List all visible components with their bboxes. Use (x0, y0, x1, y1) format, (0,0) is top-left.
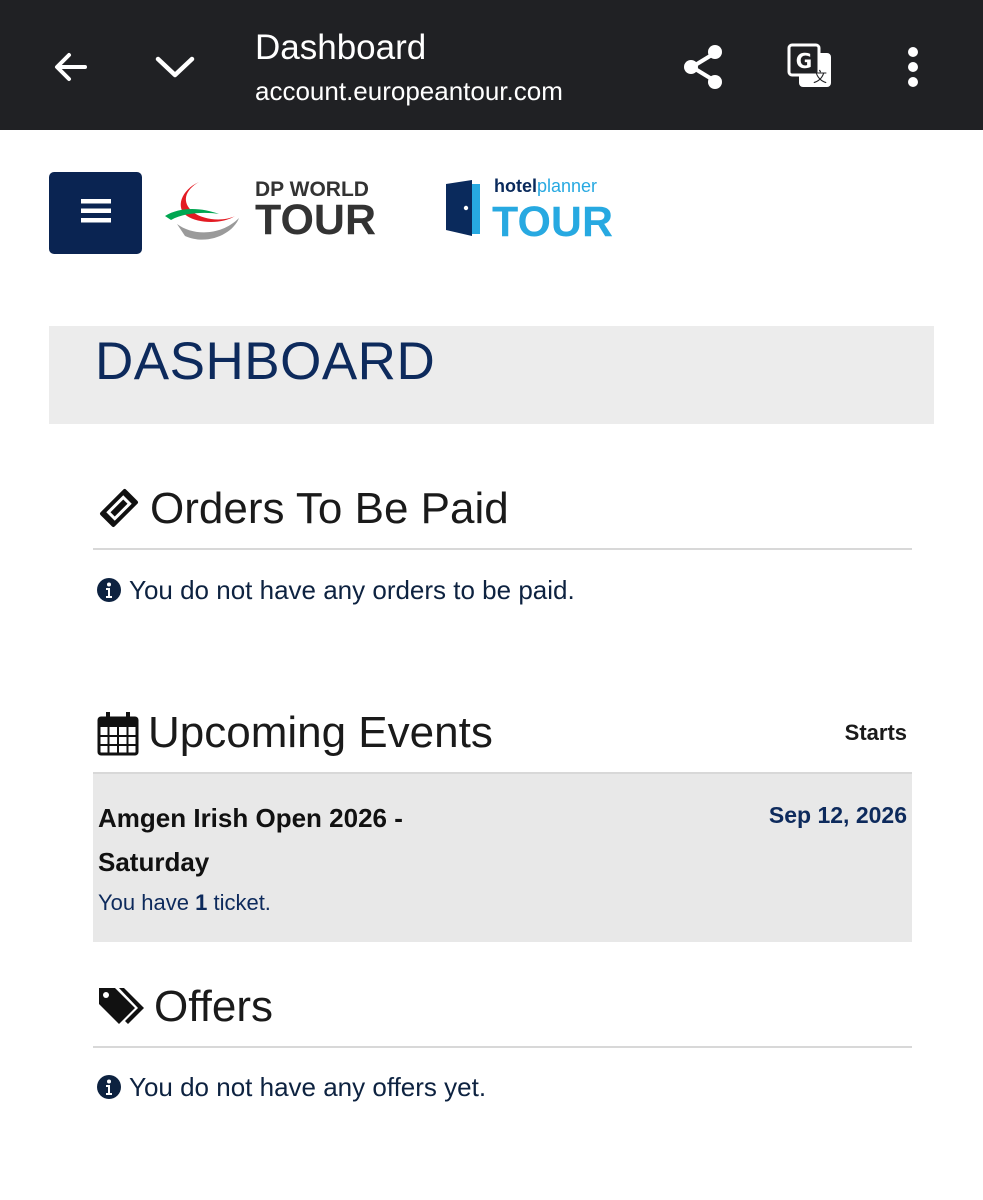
ticket-icon (97, 486, 141, 530)
offers-empty-text: You do not have any offers yet. (129, 1072, 487, 1102)
browser-page-title: Dashboard (255, 28, 427, 67)
orders-divider (93, 548, 912, 550)
hamburger-icon (80, 198, 111, 228)
tags-icon (97, 984, 145, 1028)
events-title: Upcoming Events (148, 708, 493, 757)
menu-button[interactable] (49, 172, 142, 254)
svg-text:G: G (796, 49, 812, 73)
info-icon (97, 1075, 121, 1099)
chevron-down-icon[interactable] (150, 42, 200, 92)
offers-title: Offers (154, 982, 274, 1031)
svg-text:文: 文 (813, 70, 827, 86)
more-vert-icon[interactable] (890, 40, 936, 94)
hotelplanner-tour-logo[interactable]: hotelplanner TOUR (442, 172, 632, 254)
event-date: Sep 12, 2026 (768, 802, 907, 828)
orders-empty-text: You do not have any orders to be paid. (129, 575, 575, 605)
event-name[interactable]: Amgen Irish Open 2026 - Saturday (98, 796, 458, 884)
event-tickets: You have 1 ticket. (98, 888, 271, 918)
page-title: DASHBOARD (95, 332, 436, 391)
event-row[interactable]: Amgen Irish Open 2026 - Saturday Sep 12,… (93, 774, 912, 942)
svg-text:hotelplanner: hotelplanner (494, 176, 597, 196)
tour-text: TOUR (255, 196, 376, 244)
dp-world-tour-logo[interactable]: DP WORLD TOUR (163, 172, 391, 254)
translate-icon[interactable]: G 文 (782, 38, 838, 94)
browser-url[interactable]: account.europeantour.com (255, 74, 563, 108)
tickets-prefix: You have (98, 890, 189, 915)
info-icon (97, 578, 121, 602)
share-icon[interactable] (676, 40, 730, 94)
svg-text:TOUR: TOUR (492, 198, 613, 246)
orders-empty-message: You do not have any orders to be paid. (97, 574, 575, 606)
offers-empty-message: You do not have any offers yet. (97, 1071, 486, 1103)
orders-title: Orders To Be Paid (150, 484, 509, 533)
tickets-suffix: ticket. (213, 890, 271, 915)
tickets-count: 1 (195, 890, 208, 915)
back-arrow-icon[interactable] (46, 42, 96, 92)
browser-toolbar: Dashboard account.europeantour.com G 文 (0, 0, 983, 130)
starts-column-header: Starts (844, 720, 907, 745)
dashboard-banner: DASHBOARD (49, 326, 934, 424)
offers-divider (93, 1046, 912, 1048)
calendar-icon (97, 710, 139, 756)
